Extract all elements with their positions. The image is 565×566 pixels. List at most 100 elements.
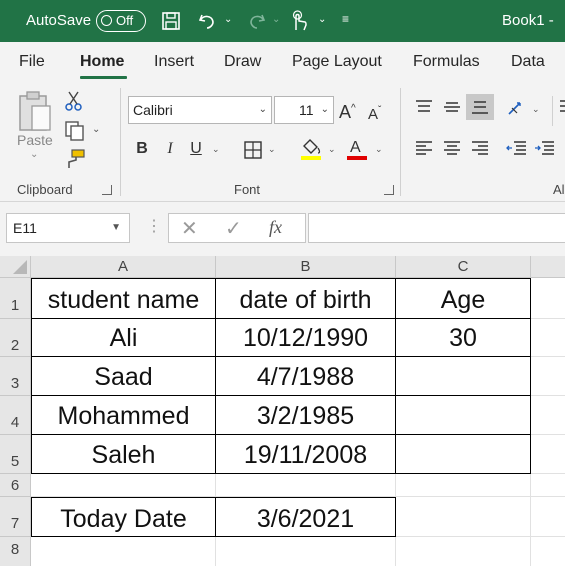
align-left-icon[interactable] [414, 140, 434, 158]
cell-a8[interactable] [31, 537, 216, 566]
bottom-align-icon[interactable] [466, 94, 494, 120]
decrease-indent-icon[interactable] [506, 140, 528, 158]
svg-text:A: A [350, 139, 361, 156]
increase-indent-icon[interactable] [534, 140, 556, 158]
bold-button[interactable]: B [134, 138, 150, 160]
paste-label[interactable]: Paste [17, 132, 53, 148]
italic-button[interactable]: I [162, 138, 178, 160]
orientation-dropdown-icon[interactable]: ⌄ [532, 104, 540, 115]
row-header-8[interactable]: 8 [0, 537, 31, 566]
cell-b7[interactable]: 3/6/2021 [216, 497, 396, 537]
tab-insert[interactable]: Insert [154, 42, 194, 82]
autosave-label: AutoSave [26, 12, 92, 29]
column-d-area[interactable] [531, 278, 565, 566]
row-header-5[interactable]: 5 [0, 435, 31, 474]
column-header-a[interactable]: A [31, 256, 216, 278]
fill-color-dropdown-icon[interactable]: ⌄ [328, 144, 336, 155]
row-header-6[interactable]: 6 [0, 474, 31, 497]
cell-c8[interactable] [396, 537, 531, 566]
tab-file[interactable]: File [19, 42, 45, 82]
underline-button[interactable]: U [188, 138, 204, 160]
name-box[interactable]: E11 ▼ [6, 213, 130, 243]
insert-function-icon[interactable]: fx [269, 217, 282, 238]
top-align-icon[interactable] [414, 98, 434, 116]
name-box-dropdown-icon[interactable]: ▼ [111, 214, 121, 242]
tab-formulas[interactable]: Formulas [413, 42, 480, 82]
cell-b6[interactable] [216, 474, 396, 497]
cell-b5[interactable]: 19/11/2008 [216, 435, 396, 474]
cell-c1[interactable]: Age [396, 278, 531, 319]
row-header-7[interactable]: 7 [0, 497, 31, 537]
formula-input[interactable] [308, 213, 565, 243]
borders-dropdown-icon[interactable]: ⌄ [268, 144, 276, 155]
tab-data[interactable]: Data [511, 42, 545, 82]
borders-icon[interactable] [243, 140, 263, 160]
row-header-1[interactable]: 1 [0, 278, 31, 319]
cancel-icon[interactable]: ✕ [181, 216, 198, 241]
tab-draw[interactable]: Draw [224, 42, 261, 82]
tab-page-layout[interactable]: Page Layout [292, 42, 382, 82]
cell-c6[interactable] [396, 474, 531, 497]
cut-icon[interactable] [64, 90, 84, 112]
font-color-icon[interactable]: A [346, 136, 368, 162]
paste-dropdown-icon[interactable]: ⌄ [30, 149, 38, 160]
clipboard-launcher-icon[interactable] [102, 185, 112, 195]
font-launcher-icon[interactable] [384, 185, 394, 195]
formula-bar-grip-icon[interactable]: ⋮ [146, 216, 162, 236]
cell-a5[interactable]: Saleh [31, 435, 216, 474]
cell-a6[interactable] [31, 474, 216, 497]
decrease-font-size-icon[interactable]: Aˇ [368, 100, 381, 126]
font-name-dropdown-icon[interactable]: ⌄ [259, 97, 267, 123]
paste-icon[interactable] [16, 90, 54, 134]
undo-dropdown-icon[interactable]: ⌄ [224, 14, 232, 25]
copy-dropdown-icon[interactable]: ⌄ [92, 124, 100, 135]
underline-dropdown-icon[interactable]: ⌄ [212, 144, 220, 155]
font-name-box[interactable]: Calibri ⌄ [128, 96, 272, 124]
row-header-2[interactable]: 2 [0, 319, 31, 357]
align-right-icon[interactable] [470, 140, 490, 158]
cell-c3[interactable] [396, 357, 531, 396]
cell-c7[interactable] [396, 497, 531, 537]
row-header-4[interactable]: 4 [0, 396, 31, 435]
cell-b1[interactable]: date of birth [216, 278, 396, 319]
save-icon[interactable] [160, 11, 182, 31]
autosave-toggle[interactable]: Off [96, 10, 146, 32]
cell-a4[interactable]: Mohammed [31, 396, 216, 435]
font-color-dropdown-icon[interactable]: ⌄ [375, 144, 383, 155]
font-size-box[interactable]: 11 ⌄ [274, 96, 334, 124]
increase-font-size-icon[interactable]: A^ [339, 98, 356, 123]
redo-icon [246, 11, 268, 31]
cell-b4[interactable]: 3/2/1985 [216, 396, 396, 435]
fill-color-icon[interactable] [300, 136, 322, 162]
column-header-b[interactable]: B [216, 256, 396, 278]
format-painter-icon[interactable] [64, 148, 86, 170]
active-tab-underline [80, 76, 127, 79]
cell-a7[interactable]: Today Date [31, 497, 216, 537]
cell-c2[interactable]: 30 [396, 319, 531, 357]
align-center-icon[interactable] [442, 140, 462, 158]
column-header-c[interactable]: C [396, 256, 531, 278]
cell-a1[interactable]: student name [31, 278, 216, 319]
touch-dropdown-icon[interactable]: ⌄ [318, 14, 326, 25]
customize-toolbar-icon[interactable]: ≡ [342, 12, 349, 26]
touch-mode-icon[interactable] [288, 10, 310, 32]
orientation-icon[interactable] [506, 98, 528, 118]
cell-c4[interactable] [396, 396, 531, 435]
middle-align-icon[interactable] [442, 98, 462, 116]
undo-icon[interactable] [196, 11, 218, 31]
font-name-value: Calibri [133, 102, 173, 118]
autosave-state: Off [116, 13, 134, 28]
select-all-corner[interactable] [0, 256, 31, 278]
row-header-3[interactable]: 3 [0, 357, 31, 396]
cell-b3[interactable]: 4/7/1988 [216, 357, 396, 396]
copy-icon[interactable] [64, 120, 86, 142]
column-header-d[interactable] [531, 256, 565, 278]
cell-c5[interactable] [396, 435, 531, 474]
enter-icon[interactable]: ✓ [225, 216, 242, 241]
font-size-dropdown-icon[interactable]: ⌄ [321, 97, 329, 123]
cell-a2[interactable]: Ali [31, 319, 216, 357]
cell-a3[interactable]: Saad [31, 357, 216, 396]
wrap-text-icon[interactable] [558, 98, 565, 116]
cell-b8[interactable] [216, 537, 396, 566]
cell-b2[interactable]: 10/12/1990 [216, 319, 396, 357]
